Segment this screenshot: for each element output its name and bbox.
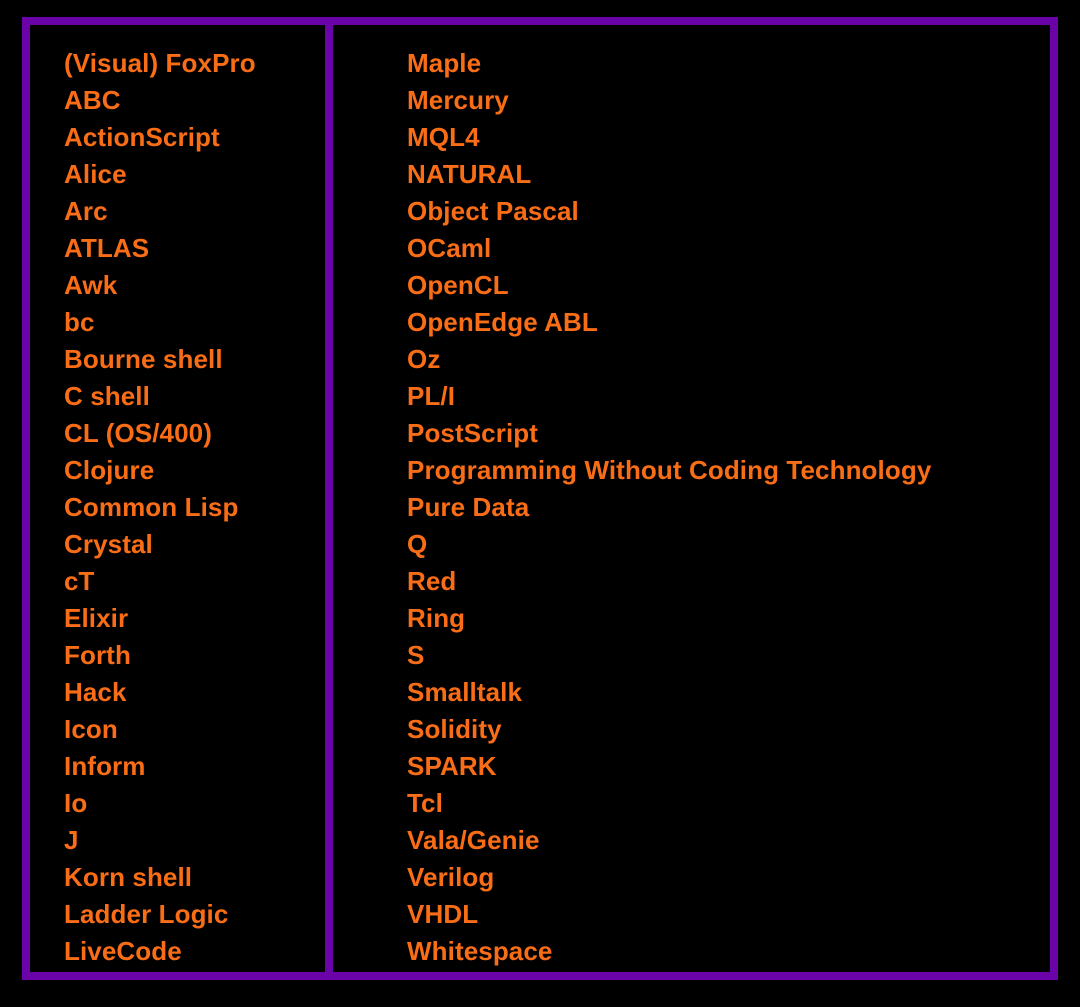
language-list-item: Q bbox=[407, 529, 428, 559]
language-list-item: Elixir bbox=[64, 603, 129, 633]
language-list-item: Bourne shell bbox=[64, 344, 223, 374]
language-list-item: Verilog bbox=[407, 862, 495, 892]
language-list-item: SPARK bbox=[407, 751, 497, 781]
language-list-item: Whitespace bbox=[407, 936, 553, 966]
language-list-item: Awk bbox=[64, 270, 118, 300]
language-list-item: (Visual) FoxPro bbox=[64, 48, 256, 78]
language-list-item: Oz bbox=[407, 344, 441, 374]
language-list-item: S bbox=[407, 640, 425, 670]
language-list-item: CL (OS/400) bbox=[64, 418, 212, 448]
language-list-item: Mercury bbox=[407, 85, 509, 115]
language-list-item: Vala/Genie bbox=[407, 825, 540, 855]
language-list-item: Programming Without Coding Technology bbox=[407, 455, 932, 485]
table-column-left: (Visual) FoxPro ABC ActionScript Alice Arc AT… bbox=[30, 25, 333, 972]
language-list-item: Ladder Logic bbox=[64, 899, 229, 929]
language-list-item: ABC bbox=[64, 85, 121, 115]
language-list-right: Maple Mercury MQL4 NATURAL Object Pascal OCam… bbox=[407, 45, 1050, 970]
language-list-item: MQL4 bbox=[407, 122, 480, 152]
language-list-left: (Visual) FoxPro ABC ActionScript Alice Arc AT… bbox=[64, 45, 325, 970]
language-list-item: NATURAL bbox=[407, 159, 532, 189]
language-list-item: Ring bbox=[407, 603, 466, 633]
language-list-item: OCaml bbox=[407, 233, 492, 263]
language-list-item: Arc bbox=[64, 196, 108, 226]
language-list-item: Solidity bbox=[407, 714, 502, 744]
language-list-item: cT bbox=[64, 566, 95, 596]
language-list-item: Korn shell bbox=[64, 862, 193, 892]
table-column-right: Maple Mercury MQL4 NATURAL Object Pascal OCam… bbox=[333, 25, 1050, 972]
language-list-item: LiveCode bbox=[64, 936, 182, 966]
language-list-item: J bbox=[64, 825, 79, 855]
language-list-item: Inform bbox=[64, 751, 146, 781]
language-list-item: bc bbox=[64, 307, 95, 337]
language-list-item: PostScript bbox=[407, 418, 539, 448]
language-list-item: ActionScript bbox=[64, 122, 220, 152]
language-list-item: Object Pascal bbox=[407, 196, 579, 226]
language-list-item: Alice bbox=[64, 159, 127, 189]
screenshot-canvas: (Visual) FoxPro ABC ActionScript Alice Arc AT… bbox=[0, 0, 1080, 1007]
language-list-item: Icon bbox=[64, 714, 118, 744]
language-list-item: Pure Data bbox=[407, 492, 530, 522]
language-list-item: VHDL bbox=[407, 899, 479, 929]
language-list-item: Io bbox=[64, 788, 88, 818]
language-list-item: PL/I bbox=[407, 381, 456, 411]
language-list-item: OpenEdge ABL bbox=[407, 307, 598, 337]
language-list-item: Smalltalk bbox=[407, 677, 523, 707]
language-list-item: Maple bbox=[407, 48, 482, 78]
language-list-item: Red bbox=[407, 566, 457, 596]
language-list-item: OpenCL bbox=[407, 270, 509, 300]
language-list-item: ATLAS bbox=[64, 233, 150, 263]
language-list-item: Tcl bbox=[407, 788, 443, 818]
language-list-item: Common Lisp bbox=[64, 492, 239, 522]
language-list-item: Crystal bbox=[64, 529, 153, 559]
language-list-item: Clojure bbox=[64, 455, 155, 485]
language-table: (Visual) FoxPro ABC ActionScript Alice Arc AT… bbox=[22, 17, 1058, 980]
language-list-item: Forth bbox=[64, 640, 131, 670]
language-list-item: C shell bbox=[64, 381, 150, 411]
language-list-item: Hack bbox=[64, 677, 127, 707]
